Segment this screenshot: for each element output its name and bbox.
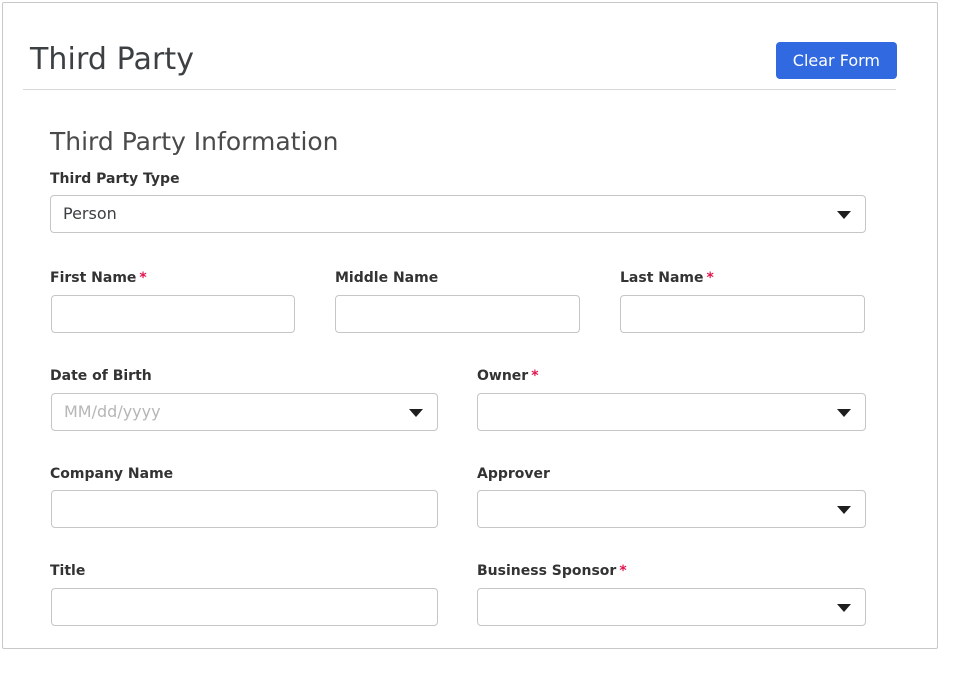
owner-select[interactable]	[477, 393, 866, 431]
middle-name-input[interactable]	[335, 295, 580, 333]
label-business-sponsor: Business Sponsor *	[477, 562, 627, 580]
company-name-input[interactable]	[51, 490, 438, 528]
label-text: Business Sponsor	[477, 563, 617, 579]
app-window: Third Party Clear Form Third Party Infor…	[2, 2, 938, 649]
label-text: Middle Name	[335, 270, 439, 286]
required-indicator: *	[139, 270, 147, 286]
label-first-name: First Name *	[50, 269, 147, 287]
label-owner: Owner *	[477, 367, 539, 385]
label-text: Last Name	[620, 270, 704, 286]
chevron-down-icon	[409, 409, 423, 417]
label-text: Approver	[477, 466, 550, 482]
third-party-form: Third Party Information Third Party Type…	[3, 89, 939, 649]
business-sponsor-select[interactable]	[477, 588, 866, 626]
label-text: Date of Birth	[50, 368, 152, 384]
chevron-down-icon	[837, 604, 851, 612]
label-text: Title	[50, 563, 86, 579]
required-indicator: *	[619, 563, 627, 579]
label-approver: Approver	[477, 465, 550, 483]
label-text: Owner	[477, 368, 529, 384]
section-heading: Third Party Information	[50, 127, 339, 156]
title-input[interactable]	[51, 588, 438, 626]
date-of-birth-placeholder: MM/dd/yyyy	[64, 402, 161, 421]
required-indicator: *	[531, 368, 539, 384]
label-text: Third Party Type	[50, 171, 180, 187]
approver-select[interactable]	[477, 490, 866, 528]
label-company-name: Company Name	[50, 465, 173, 483]
chevron-down-icon	[837, 409, 851, 417]
chevron-down-icon	[837, 211, 851, 219]
label-date-of-birth: Date of Birth	[50, 367, 152, 385]
page-title: Third Party	[30, 42, 195, 77]
label-text: Company Name	[50, 466, 174, 482]
chevron-down-icon	[837, 506, 851, 514]
label-third-party-type: Third Party Type	[50, 170, 180, 188]
third-party-type-select[interactable]: Person	[50, 195, 866, 233]
required-indicator: *	[706, 270, 714, 286]
app-header: Third Party Clear Form	[3, 3, 939, 88]
label-text: First Name	[50, 270, 137, 286]
label-title: Title	[50, 562, 85, 580]
clear-form-button[interactable]: Clear Form	[775, 42, 897, 79]
first-name-input[interactable]	[51, 295, 295, 333]
label-middle-name: Middle Name	[335, 269, 438, 287]
third-party-type-value: Person	[63, 204, 117, 223]
date-of-birth-field[interactable]: MM/dd/yyyy	[51, 393, 438, 431]
label-last-name: Last Name *	[620, 269, 714, 287]
last-name-input[interactable]	[620, 295, 865, 333]
